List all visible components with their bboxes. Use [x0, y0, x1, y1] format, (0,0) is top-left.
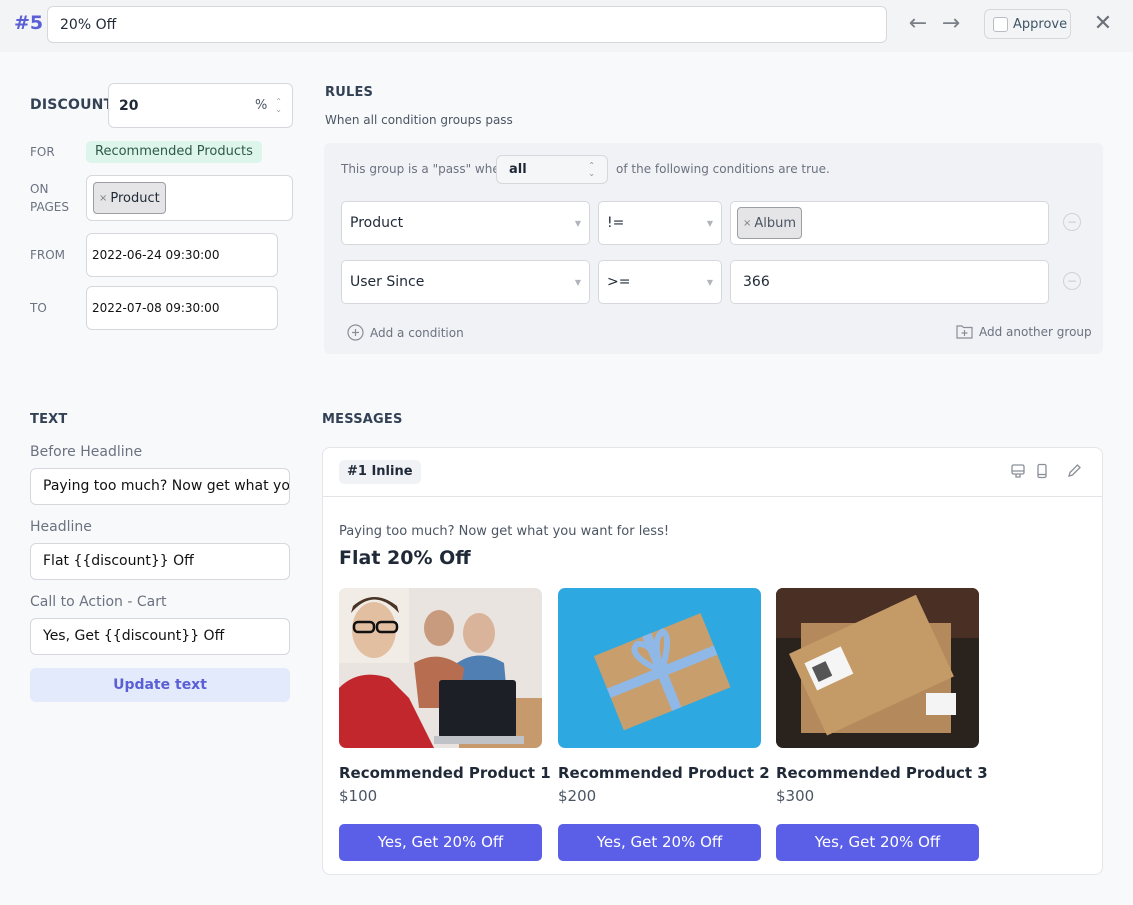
add-condition-label: Add a condition	[370, 325, 464, 340]
discount-label: DISCOUNT	[30, 97, 114, 113]
headline-label: Headline	[30, 519, 92, 535]
group-suffix: of the following conditions are true.	[616, 162, 830, 176]
condition-field-select[interactable]: User Since ▼	[341, 260, 590, 304]
remove-tag-icon[interactable]: ×	[99, 193, 107, 204]
add-group-label: Add another group	[979, 324, 1092, 339]
messages-title: MESSAGES	[322, 412, 403, 427]
folder-plus-icon	[956, 325, 973, 339]
page-tag: × Product	[93, 182, 166, 214]
mobile-icon[interactable]	[1033, 462, 1051, 480]
message-card-header	[322, 447, 1103, 497]
preview-pre-headline: Paying too much? Now get what you want f…	[339, 524, 670, 539]
from-date-input[interactable]: 2022-06-24 09:30:00	[86, 233, 278, 277]
preview-headline: Flat 20% Off	[339, 547, 471, 569]
condition-value-multiselect[interactable]: × Album	[730, 201, 1049, 245]
on-pages-label-line2: PAGES	[30, 200, 69, 214]
pages-multiselect[interactable]: × Product	[86, 175, 293, 221]
discount-value: 20	[119, 97, 139, 114]
close-icon[interactable]: ✕	[1092, 10, 1114, 38]
product-cta-button[interactable]: Yes, Get 20% Off	[339, 824, 542, 861]
for-label: FOR	[30, 145, 55, 159]
product-name: Recommended Product 2	[558, 764, 770, 782]
desktop-icon[interactable]	[1009, 462, 1027, 480]
approve-toggle[interactable]: Approve	[984, 9, 1071, 39]
product-price: $100	[339, 787, 378, 805]
approve-checkbox[interactable]	[993, 16, 1008, 32]
arrow-right-icon[interactable]: →	[937, 10, 965, 38]
product-price: $200	[558, 787, 597, 805]
cta-label: Call to Action - Cart	[30, 594, 167, 610]
product-image-2[interactable]	[558, 588, 761, 748]
product-image-1[interactable]	[339, 588, 542, 748]
value-tag: × Album	[737, 207, 803, 239]
add-group-button[interactable]: Add another group	[956, 324, 1092, 339]
group-mode-select[interactable]: all ⌃ ⌄	[496, 155, 608, 184]
on-pages-label-line1: ON	[30, 182, 49, 196]
condition-field-value: Product	[350, 215, 404, 231]
message-badge: #1 Inline	[339, 460, 421, 484]
rules-description: When all condition groups pass	[325, 113, 513, 127]
text-title: TEXT	[30, 412, 68, 427]
condition-field-select[interactable]: Product ▼	[341, 201, 590, 245]
group-prefix: This group is a "pass" when	[341, 162, 508, 176]
caret-down-icon: ▼	[574, 218, 581, 228]
product-image-3[interactable]	[776, 588, 979, 748]
before-headline-label: Before Headline	[30, 444, 143, 460]
condition-field-value: User Since	[350, 274, 425, 290]
update-text-button[interactable]: Update text	[30, 668, 290, 702]
arrow-left-icon[interactable]: ←	[904, 10, 932, 38]
caret-down-icon: ▼	[574, 277, 581, 287]
value-tag-label: Album	[754, 215, 797, 231]
select-updown-icon: ⌃ ⌄	[588, 160, 595, 178]
condition-operator-value: >=	[607, 274, 631, 290]
condition-operator-select[interactable]: >= ▼	[598, 260, 722, 304]
rules-title: RULES	[325, 85, 374, 100]
product-price: $300	[776, 787, 815, 805]
to-date-input[interactable]: 2022-07-08 09:30:00	[86, 286, 278, 330]
on-pages-label: ON PAGES	[30, 180, 69, 216]
remove-condition-icon[interactable]: −	[1063, 213, 1081, 231]
campaign-title-input[interactable]	[47, 6, 887, 43]
page-tag-label: Product	[110, 190, 160, 206]
product-cta-button[interactable]: Yes, Get 20% Off	[776, 824, 979, 861]
condition-value-input[interactable]: 366	[730, 260, 1049, 304]
condition-operator-select[interactable]: != ▼	[598, 201, 722, 245]
to-label: TO	[30, 301, 47, 315]
for-badge: Recommended Products	[86, 141, 262, 163]
cta-input[interactable]: Yes, Get {{discount}} Off	[30, 618, 290, 655]
product-name: Recommended Product 1	[339, 764, 551, 782]
condition-operator-value: !=	[607, 215, 625, 231]
stepper-icon[interactable]: ⌃ ⌄	[275, 97, 282, 114]
campaign-id: #5	[14, 12, 44, 34]
product-cta-button[interactable]: Yes, Get 20% Off	[558, 824, 761, 861]
caret-down-icon: ▼	[706, 277, 713, 287]
edit-pencil-icon[interactable]	[1065, 462, 1083, 480]
plus-circle-icon	[347, 324, 364, 341]
remove-tag-icon[interactable]: ×	[743, 218, 751, 229]
add-condition-button[interactable]: Add a condition	[347, 324, 464, 341]
product-name: Recommended Product 3	[776, 764, 988, 782]
approve-label: Approve	[1013, 16, 1068, 32]
from-label: FROM	[30, 248, 66, 262]
before-headline-input[interactable]: Paying too much? Now get what you want f…	[30, 468, 290, 505]
discount-input[interactable]: 20 % ⌃ ⌄	[108, 83, 293, 128]
group-mode-value: all	[509, 162, 527, 177]
caret-down-icon: ▼	[706, 218, 713, 228]
headline-input[interactable]: Flat {{discount}} Off	[30, 543, 290, 580]
remove-condition-icon[interactable]: −	[1063, 272, 1081, 290]
discount-unit: %	[254, 98, 268, 113]
